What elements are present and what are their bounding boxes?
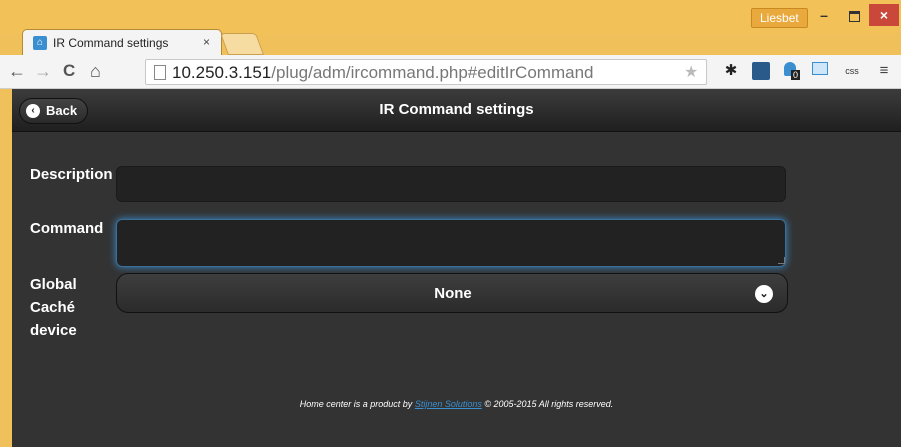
footer-link[interactable]: Stijnen Solutions [415, 399, 482, 409]
command-textarea[interactable] [116, 219, 786, 267]
profile-badge[interactable]: Liesbet [751, 8, 808, 28]
maximize-icon [848, 10, 860, 22]
device-label-line2: Caché [30, 299, 76, 316]
bookmark-star-icon[interactable]: ★ [684, 62, 698, 82]
page-title: IR Command settings [379, 101, 534, 118]
address-bar[interactable]: 10.250.3.151/plug/adm/ircommand.php#edit… [145, 59, 707, 85]
close-window-button[interactable]: × [869, 4, 899, 26]
command-label: Command [30, 220, 104, 237]
home-icon[interactable]: ⌂ [90, 61, 101, 81]
url-text: 10.250.3.151/plug/adm/ircommand.php#edit… [172, 63, 593, 83]
settings-gear-icon[interactable]: ✱ [722, 62, 740, 80]
url-host: 10.250.3.151 [172, 63, 272, 82]
device-label-line3: device [30, 322, 77, 339]
tab-title: IR Command settings [53, 36, 169, 50]
css-extension-icon[interactable]: css [843, 62, 861, 80]
footer-text: Home center is a product by Stijnen Solu… [12, 399, 901, 409]
ghostery-icon[interactable]: 0 [781, 62, 801, 80]
page-icon [154, 65, 166, 80]
footer-suffix: © 2005-2015 All rights reserved. [481, 399, 614, 409]
footer-prefix: Home center is a product by [299, 399, 415, 409]
extension-puzzle-icon[interactable] [752, 62, 770, 80]
back-arrow-icon[interactable]: ← [8, 61, 26, 81]
forward-arrow-icon[interactable]: → [34, 61, 52, 81]
description-label: Description [30, 166, 113, 183]
browser-window: Liesbet – × ⌂ IR Command settings × ← → … [0, 0, 901, 447]
url-path: /plug/adm/ircommand.php#editIrCommand [271, 63, 594, 82]
page-header: ‹ Back IR Command settings [12, 89, 901, 132]
device-label: Global Caché device [30, 273, 77, 342]
page-content: ‹ Back IR Command settings Description Co… [12, 89, 901, 447]
device-select[interactable]: None ⌄ [116, 273, 788, 313]
reload-icon[interactable]: C [63, 61, 75, 81]
maximize-button[interactable] [842, 4, 866, 26]
device-select-value: None [434, 285, 472, 302]
extension-badge: 0 [791, 70, 801, 80]
resize-handle[interactable] [778, 257, 785, 264]
minimize-button[interactable]: – [812, 4, 836, 26]
chevron-down-icon: ⌄ [755, 285, 773, 303]
tab-close-button[interactable]: × [203, 35, 210, 49]
new-tab-button[interactable] [219, 33, 265, 55]
screenshot-extension-icon[interactable] [811, 62, 829, 80]
description-field[interactable] [116, 166, 786, 202]
chrome-menu-icon[interactable]: ≡ [875, 62, 893, 80]
device-label-line1: Global [30, 276, 77, 293]
home-favicon-icon: ⌂ [33, 36, 47, 50]
tab-ir-command-settings[interactable]: ⌂ IR Command settings × [22, 29, 222, 56]
